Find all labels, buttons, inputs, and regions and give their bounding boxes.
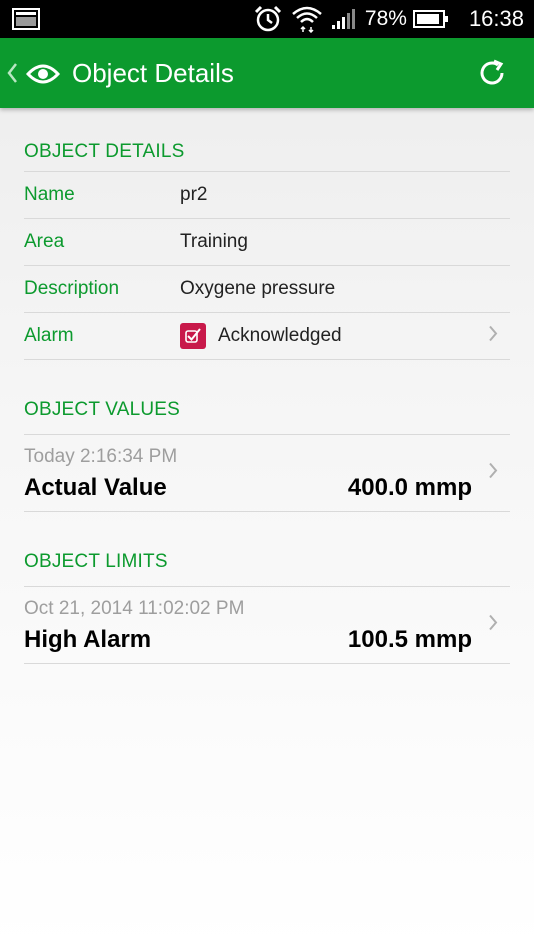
alarm-status-value: Acknowledged xyxy=(218,325,342,346)
list-item-high-alarm[interactable]: Oct 21, 2014 11:02:02 PM High Alarm 100.… xyxy=(24,587,510,664)
value-reading: 400.0 mmp xyxy=(347,474,472,501)
screenshot-notification-icon xyxy=(12,8,40,35)
back-chevron-icon[interactable] xyxy=(6,62,18,89)
eye-icon[interactable] xyxy=(25,62,61,91)
detail-row-alarm[interactable]: Alarm Acknowledged xyxy=(24,313,510,360)
value-timestamp: Today 2:16:34 PM xyxy=(24,446,178,467)
status-bar: 78% 16:38 xyxy=(0,0,534,38)
battery-percent: 78% xyxy=(364,7,407,30)
detail-label: Name xyxy=(24,184,75,205)
detail-row-area: Area Training xyxy=(24,219,510,266)
detail-value: pr2 xyxy=(180,184,208,205)
section-header-object-values: OBJECT VALUES xyxy=(24,360,510,435)
alarm-clock-icon xyxy=(253,4,283,34)
detail-row-name: Name pr2 xyxy=(24,172,510,219)
list-item-actual-value[interactable]: Today 2:16:34 PM Actual Value 400.0 mmp xyxy=(24,435,510,512)
page-title: Object Details xyxy=(72,58,234,88)
chevron-right-icon xyxy=(488,325,498,348)
value-reading: 100.5 mmp xyxy=(347,626,472,653)
battery-icon xyxy=(412,9,449,29)
acknowledged-check-icon xyxy=(180,323,206,349)
app-bar: Object Details xyxy=(0,38,534,108)
clock-time: 16:38 xyxy=(468,6,524,31)
value-name: High Alarm xyxy=(24,626,152,653)
detail-label: Alarm xyxy=(24,325,74,346)
detail-label: Description xyxy=(24,278,120,299)
value-name: Actual Value xyxy=(24,474,167,501)
detail-value: Training xyxy=(180,231,248,252)
value-timestamp: Oct 21, 2014 11:02:02 PM xyxy=(24,598,245,619)
detail-label: Area xyxy=(24,231,65,252)
content-list: OBJECT DETAILS Name pr2 Area Training De… xyxy=(24,108,510,664)
detail-row-description: Description Oxygene pressure xyxy=(24,266,510,313)
refresh-icon[interactable] xyxy=(476,57,508,94)
section-header-object-limits: OBJECT LIMITS xyxy=(24,512,510,587)
detail-value: Oxygene pressure xyxy=(180,278,336,299)
wifi-icon xyxy=(291,5,323,33)
section-header-object-details: OBJECT DETAILS xyxy=(24,108,510,172)
signal-strength-icon xyxy=(331,8,357,30)
chevron-right-icon xyxy=(488,614,498,637)
chevron-right-icon xyxy=(488,462,498,485)
